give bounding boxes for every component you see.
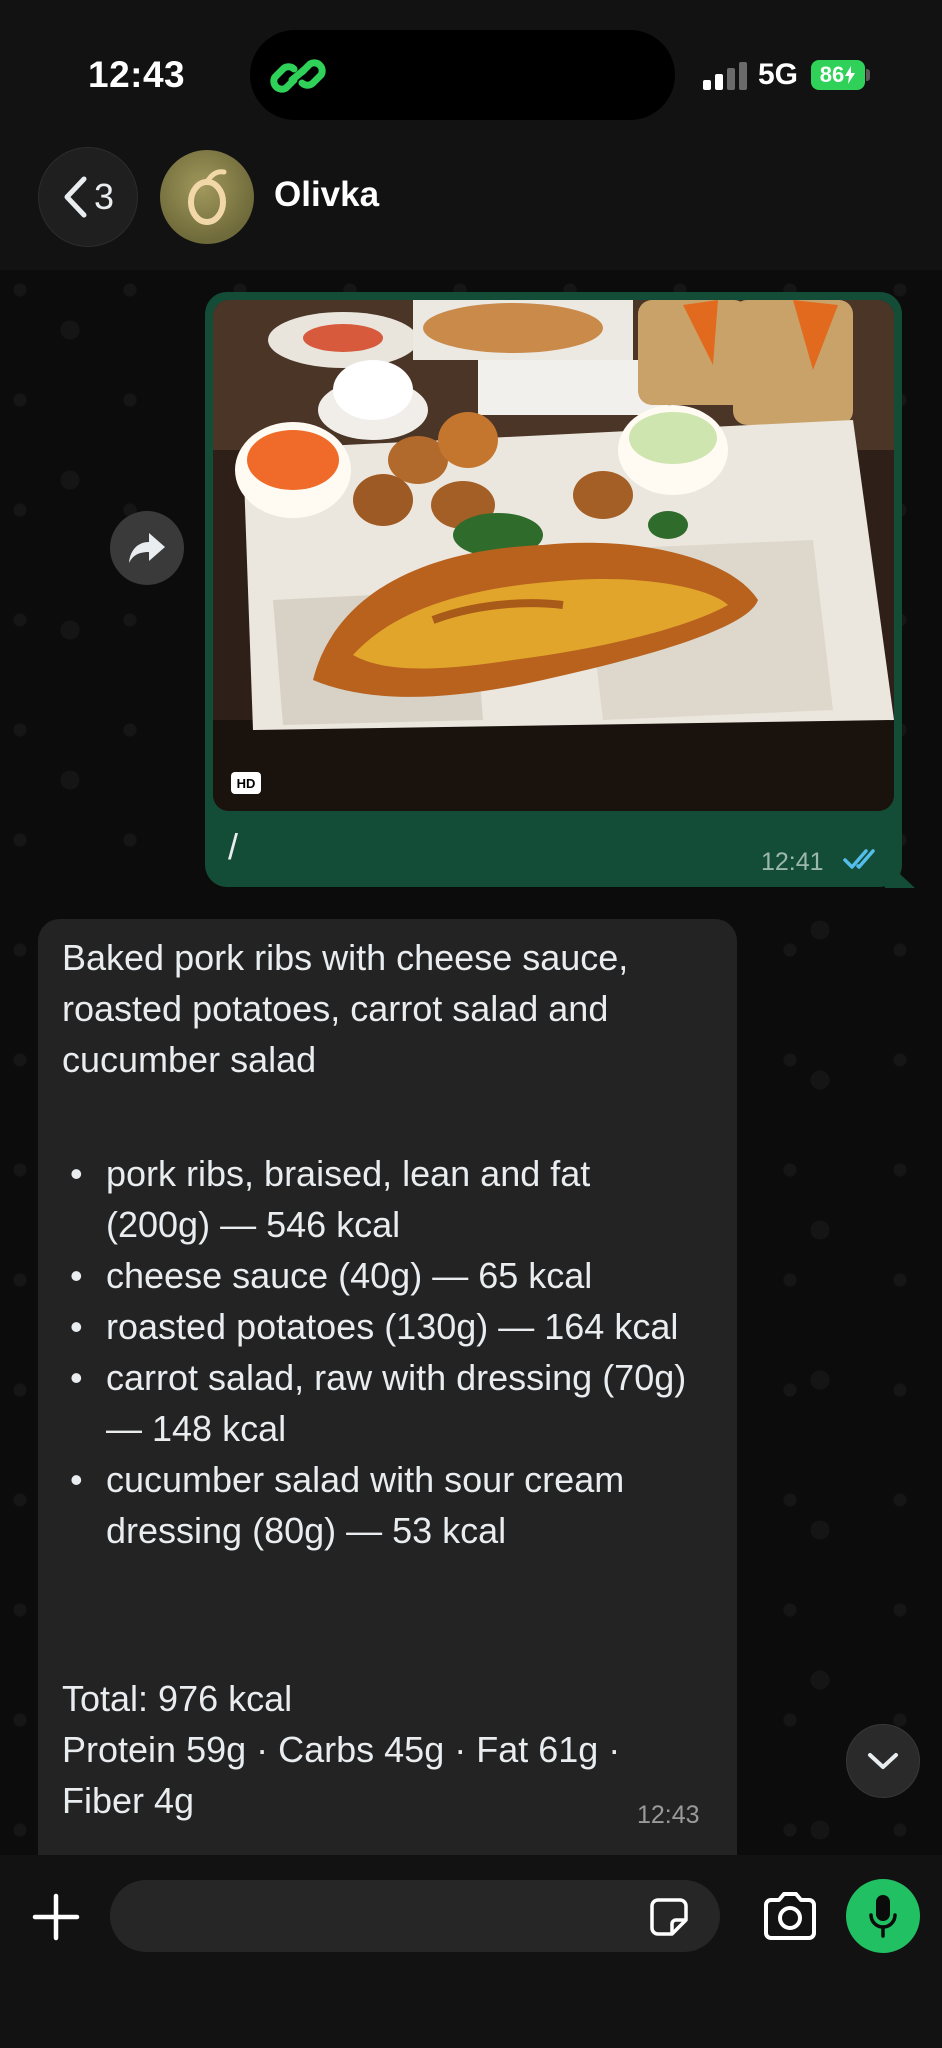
food-photo-image — [213, 300, 894, 811]
scroll-to-bottom-button[interactable] — [846, 1724, 920, 1798]
hd-badge: HD — [231, 772, 261, 794]
camera-icon[interactable] — [760, 1889, 820, 1943]
food-photo[interactable] — [213, 300, 894, 811]
meal-macros: Protein 59g · Carbs 45g · Fat 61g · Fibe… — [62, 1729, 621, 1821]
microphone-icon — [869, 1895, 897, 1938]
meal-item: pork ribs, braised, lean and fat (200g) … — [62, 1148, 702, 1250]
voice-message-button[interactable] — [846, 1879, 920, 1953]
chat-header — [0, 150, 942, 270]
battery-level: 86 — [819, 62, 845, 87]
meal-item: roasted potatoes (130g) — 164 kcal — [62, 1301, 702, 1352]
read-receipt-icon — [843, 849, 875, 869]
outgoing-message-text: / — [228, 826, 239, 867]
meal-items-list: pork ribs, braised, lean and fat (200g) … — [62, 1148, 702, 1556]
chevron-left-icon — [64, 176, 87, 218]
cellular-signal-icon — [703, 62, 747, 90]
unread-count: 3 — [93, 176, 115, 217]
charging-bolt-icon — [845, 66, 856, 84]
battery-nub — [866, 69, 870, 81]
outgoing-message-time: 12:41 — [761, 848, 824, 876]
sticker-icon[interactable] — [646, 1894, 692, 1940]
plus-icon — [32, 1893, 80, 1941]
meal-item: cucumber salad with sour cream dressing … — [62, 1454, 702, 1556]
meal-item: cheese sauce (40g) — 65 kcal — [62, 1250, 702, 1301]
meal-total: Total: 976 kcal — [62, 1678, 293, 1719]
contact-name[interactable]: Olivka — [274, 175, 379, 215]
meal-title: Baked pork ribs with cheese sauce, roast… — [62, 937, 629, 1080]
message-input[interactable] — [110, 1880, 720, 1952]
forward-button[interactable] — [110, 511, 184, 585]
forward-arrow-icon — [129, 533, 165, 563]
chevron-down-icon — [868, 1753, 898, 1769]
network-type: 5G — [758, 58, 799, 91]
olive-logo-icon — [188, 169, 227, 225]
incoming-message-time: 12:43 — [637, 1801, 700, 1829]
attach-button[interactable] — [28, 1889, 84, 1945]
meal-item: carrot salad, raw with dressing (70g) — … — [62, 1352, 702, 1454]
contact-avatar[interactable] — [160, 150, 254, 244]
back-button[interactable]: 3 — [38, 147, 138, 247]
link-activity-icon — [270, 59, 326, 93]
status-time: 12:43 — [88, 54, 186, 95]
battery-indicator: 86 — [811, 60, 865, 90]
